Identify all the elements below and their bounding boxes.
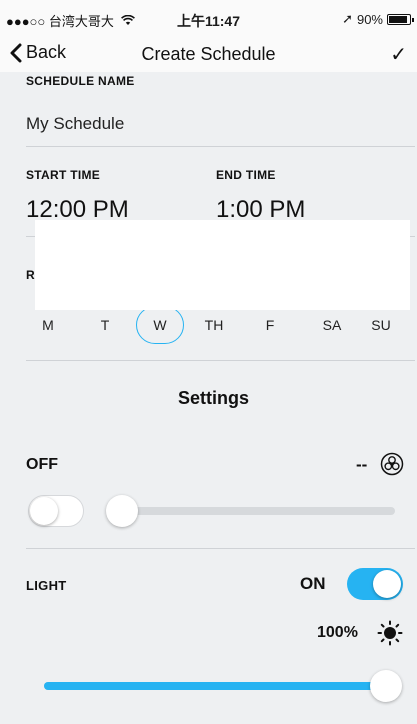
confirm-button[interactable]: ✓ [390, 42, 407, 67]
day-saturday[interactable]: SA [308, 317, 356, 333]
fan-state-label: OFF [26, 456, 58, 473]
start-time-label: START TIME [26, 168, 101, 182]
day-wednesday[interactable]: W [136, 317, 184, 333]
checkmark-icon: ✓ [390, 44, 407, 66]
repeat-label: R [26, 268, 35, 282]
divider [26, 360, 415, 361]
toggle-knob [373, 570, 401, 598]
day-friday[interactable]: F [246, 317, 294, 333]
status-right: ➚ 90% [342, 11, 414, 27]
day-monday[interactable]: M [24, 317, 72, 333]
sun-icon [377, 620, 403, 651]
battery-icon [387, 13, 414, 25]
brightness-fill [44, 682, 394, 690]
schedule-name-label: SCHEDULE NAME [26, 74, 135, 88]
navigation-bar: Back Create Schedule ✓ [0, 40, 417, 72]
divider [26, 548, 415, 549]
settings-heading: Settings [177, 388, 249, 408]
light-power-toggle[interactable] [347, 568, 403, 600]
schedule-form: SCHEDULE NAME My Schedule START TIME 12:… [10, 72, 417, 724]
create-schedule-screen: ●●●○○ 台湾大哥大 上午11:47 ➚ 90% Back Create Sc… [0, 0, 417, 724]
day-sunday[interactable]: SU [357, 317, 405, 333]
fan-speed-slider-thumb[interactable] [106, 495, 138, 527]
status-bar: ●●●○○ 台湾大哥大 上午11:47 ➚ 90% [0, 0, 417, 40]
redacted-area [35, 220, 410, 310]
day-thursday[interactable]: TH [190, 317, 238, 333]
fan-speed-value: -- [356, 455, 368, 474]
light-state-label: ON [300, 574, 326, 593]
end-time-label: END TIME [216, 168, 276, 182]
brightness-slider-thumb[interactable] [370, 670, 402, 702]
light-label: LIGHT [26, 578, 67, 593]
fan-power-toggle[interactable] [28, 495, 84, 527]
brightness-value: 100% [317, 624, 358, 641]
location-icon: ➚ [342, 11, 353, 26]
schedule-name-input[interactable]: My Schedule [26, 114, 124, 134]
fan-speed-track[interactable] [114, 507, 395, 515]
fan-icon [380, 452, 404, 481]
day-tuesday[interactable]: T [81, 317, 129, 333]
toggle-knob [30, 497, 58, 525]
battery-percent: 90% [356, 11, 383, 27]
page-title: Create Schedule [141, 44, 276, 64]
divider [26, 146, 415, 147]
